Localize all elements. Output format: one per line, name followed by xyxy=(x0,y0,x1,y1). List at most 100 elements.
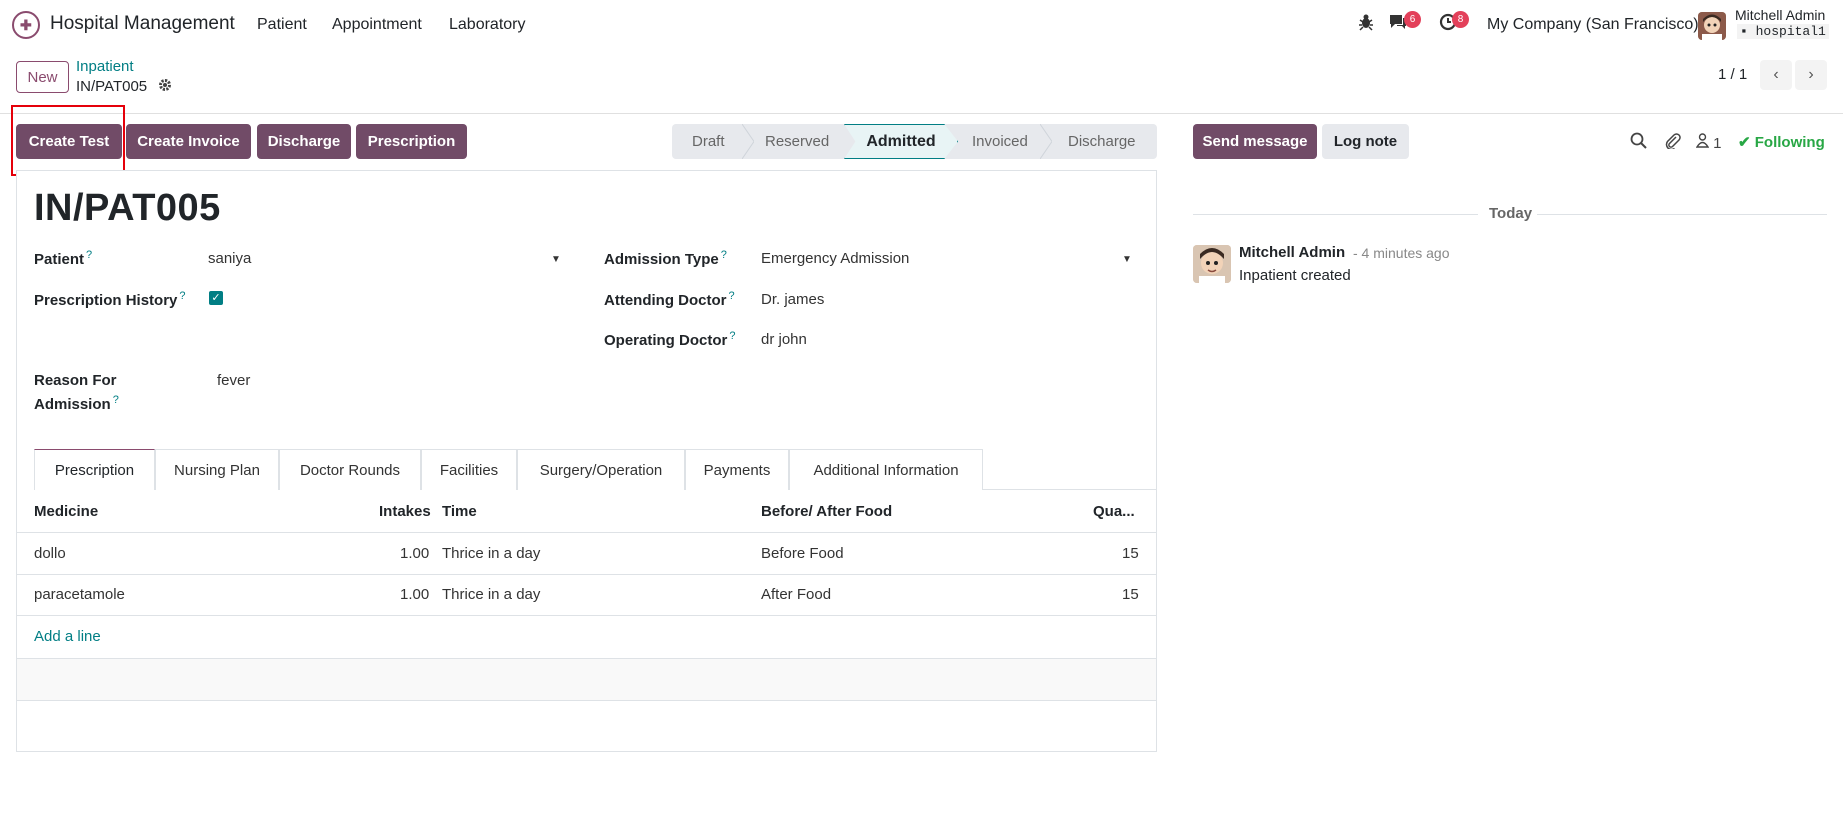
column-header-quantity[interactable]: Qua... xyxy=(1093,503,1135,520)
stage-draft[interactable]: Draft xyxy=(692,124,725,159)
messages-badge: 6 xyxy=(1404,11,1421,28)
log-note-button[interactable]: Log note xyxy=(1322,124,1409,159)
add-line-link[interactable]: Add a line xyxy=(34,628,101,645)
user-avatar[interactable] xyxy=(1698,12,1726,40)
dropdown-caret-icon[interactable]: ▼ xyxy=(551,254,561,265)
date-separator-line xyxy=(1193,214,1478,215)
help-icon: ? xyxy=(728,290,735,302)
menu-patient[interactable]: Patient xyxy=(257,16,307,34)
menu-appointment[interactable]: Appointment xyxy=(332,16,422,34)
column-header-food[interactable]: Before/ After Food xyxy=(761,503,892,520)
following-button[interactable]: ✔ Following xyxy=(1738,133,1825,151)
paperclip-icon[interactable] xyxy=(1664,132,1681,154)
cell-quantity[interactable]: 15 xyxy=(1122,586,1139,603)
pager-next-button[interactable]: › xyxy=(1795,60,1827,90)
reason-label: Reason For xyxy=(34,372,117,389)
check-icon: ✔ xyxy=(1738,134,1751,151)
user-name[interactable]: Mitchell Admin xyxy=(1735,7,1825,23)
help-icon: ? xyxy=(86,249,93,261)
attending-doctor-label: Attending Doctor? xyxy=(604,290,735,309)
control-panel-divider xyxy=(0,113,1843,114)
pager-previous-button[interactable]: ‹ xyxy=(1760,60,1792,90)
date-separator-line xyxy=(1537,214,1827,215)
cell-intakes[interactable]: 1.00 xyxy=(400,586,429,603)
followers-button[interactable]: 1 xyxy=(1695,133,1722,152)
table-divider xyxy=(17,532,1156,533)
menu-laboratory[interactable]: Laboratory xyxy=(449,16,526,34)
bug-icon[interactable] xyxy=(1358,13,1374,36)
help-icon: ? xyxy=(112,394,119,406)
chevron-left-icon: ‹ xyxy=(1773,66,1779,83)
stage-admitted[interactable]: Admitted xyxy=(844,124,958,159)
cell-medicine[interactable]: paracetamole xyxy=(34,586,125,603)
prescription-button[interactable]: Prescription xyxy=(356,124,467,159)
message-body: Inpatient created xyxy=(1239,267,1351,284)
admission-type-label: Admission Type? xyxy=(604,249,727,268)
activities-badge: 8 xyxy=(1452,11,1469,28)
search-icon[interactable] xyxy=(1630,132,1647,154)
table-divider xyxy=(17,615,1156,616)
app-name[interactable]: Hospital Management xyxy=(50,13,235,35)
stage-discharge[interactable]: Discharge xyxy=(1068,124,1136,159)
help-icon: ? xyxy=(179,290,186,302)
send-message-button[interactable]: Send message xyxy=(1193,124,1317,159)
create-invoice-button[interactable]: Create Invoice xyxy=(126,124,251,159)
gear-icon[interactable] xyxy=(158,78,172,96)
highlight-box xyxy=(11,105,125,176)
stage-separator xyxy=(742,124,754,159)
cell-food[interactable]: Before Food xyxy=(761,545,844,562)
database-icon: ▪ xyxy=(1740,24,1748,39)
admission-type-field[interactable]: Emergency Admission xyxy=(761,250,909,267)
user-icon xyxy=(1695,133,1710,152)
tab-surgery-operation[interactable]: Surgery/Operation xyxy=(517,449,685,490)
tab-payments[interactable]: Payments xyxy=(685,449,789,490)
attending-doctor-field[interactable]: Dr. james xyxy=(761,291,824,308)
column-header-medicine[interactable]: Medicine xyxy=(34,503,98,520)
status-bar: Draft Reserved Admitted Invoiced Dischar… xyxy=(672,124,1157,159)
dropdown-caret-icon[interactable]: ▼ xyxy=(1122,254,1132,265)
column-header-time[interactable]: Time xyxy=(442,503,477,520)
reason-label-line2: Admission? xyxy=(34,394,119,413)
breadcrumb-inpatient[interactable]: Inpatient xyxy=(76,58,134,75)
cell-time[interactable]: Thrice in a day xyxy=(442,545,540,562)
tab-facilities[interactable]: Facilities xyxy=(421,449,517,490)
pager-value[interactable]: 1 / 1 xyxy=(1718,66,1747,83)
operating-doctor-field[interactable]: dr john xyxy=(761,331,807,348)
message-author[interactable]: Mitchell Admin xyxy=(1239,244,1345,261)
cell-quantity[interactable]: 15 xyxy=(1122,545,1139,562)
patient-field[interactable]: saniya xyxy=(208,250,251,267)
discharge-button[interactable]: Discharge xyxy=(257,124,351,159)
record-title: IN/PAT005 xyxy=(34,187,221,229)
database-name: ▪ hospital1 xyxy=(1737,24,1829,39)
check-icon: ✓ xyxy=(211,292,221,304)
message-author-avatar[interactable] xyxy=(1193,245,1231,283)
stage-reserved[interactable]: Reserved xyxy=(765,124,829,159)
message-time: - 4 minutes ago xyxy=(1353,245,1450,261)
chevron-right-icon: › xyxy=(1808,66,1814,83)
company-switcher[interactable]: My Company (San Francisco) xyxy=(1487,16,1699,34)
cell-time[interactable]: Thrice in a day xyxy=(442,586,540,603)
column-header-intakes[interactable]: Intakes xyxy=(379,503,431,520)
breadcrumb-current: IN/PAT005 xyxy=(76,78,148,95)
stage-invoiced[interactable]: Invoiced xyxy=(972,124,1028,159)
database-name-text: hospital1 xyxy=(1755,24,1826,39)
tab-nursing-plan[interactable]: Nursing Plan xyxy=(155,449,279,490)
cell-intakes[interactable]: 1.00 xyxy=(400,545,429,562)
patient-label: Patient? xyxy=(34,249,93,268)
help-icon: ? xyxy=(720,249,727,261)
tab-doctor-rounds[interactable]: Doctor Rounds xyxy=(279,449,421,490)
top-navbar: ✚ Hospital Management Patient Appointmen… xyxy=(0,0,1843,50)
new-button[interactable]: New xyxy=(16,61,69,93)
table-divider xyxy=(17,574,1156,575)
cell-medicine[interactable]: dollo xyxy=(34,545,66,562)
tab-prescription[interactable]: Prescription xyxy=(34,449,155,490)
hospital-logo-icon[interactable]: ✚ xyxy=(12,11,40,39)
reason-field[interactable]: fever xyxy=(217,372,250,389)
prescription-history-checkbox[interactable]: ✓ xyxy=(209,291,223,305)
following-label: Following xyxy=(1754,134,1825,151)
tab-additional-information[interactable]: Additional Information xyxy=(789,449,983,490)
empty-table-row xyxy=(17,658,1156,701)
operating-doctor-label: Operating Doctor? xyxy=(604,330,736,349)
help-icon: ? xyxy=(729,330,736,342)
cell-food[interactable]: After Food xyxy=(761,586,831,603)
